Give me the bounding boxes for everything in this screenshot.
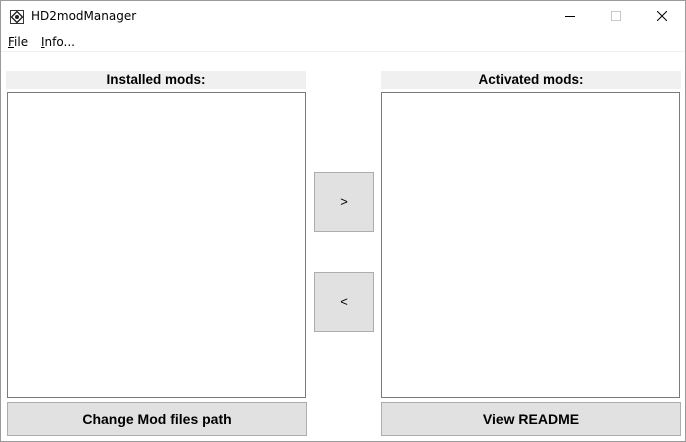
minimize-button[interactable]: [547, 1, 593, 32]
maximize-button[interactable]: [593, 1, 639, 32]
client-area: Installed mods: Activated mods: > < Chan…: [1, 52, 685, 441]
menu-info[interactable]: Info...: [41, 35, 75, 49]
change-mod-path-button[interactable]: Change Mod files path: [7, 402, 307, 436]
activate-mod-button[interactable]: >: [314, 172, 374, 232]
activated-mods-header: Activated mods:: [381, 71, 681, 89]
installed-mods-list[interactable]: [7, 92, 306, 398]
window-title: HD2modManager: [31, 9, 137, 23]
close-icon: [657, 11, 667, 21]
activated-mods-list[interactable]: [381, 92, 680, 398]
title-bar[interactable]: HD2modManager: [1, 1, 685, 32]
installed-mods-header: Installed mods:: [6, 71, 306, 89]
view-readme-button[interactable]: View README: [381, 402, 681, 436]
hd2-app-icon: [10, 9, 24, 24]
app-window: HD2modManager File Info... Installed mod…: [0, 0, 686, 442]
menu-file[interactable]: File: [8, 35, 28, 49]
minimize-icon: [565, 16, 575, 17]
deactivate-mod-button[interactable]: <: [314, 272, 374, 332]
menu-bar: File Info...: [1, 32, 685, 52]
maximize-icon: [611, 11, 621, 21]
close-button[interactable]: [639, 1, 685, 32]
